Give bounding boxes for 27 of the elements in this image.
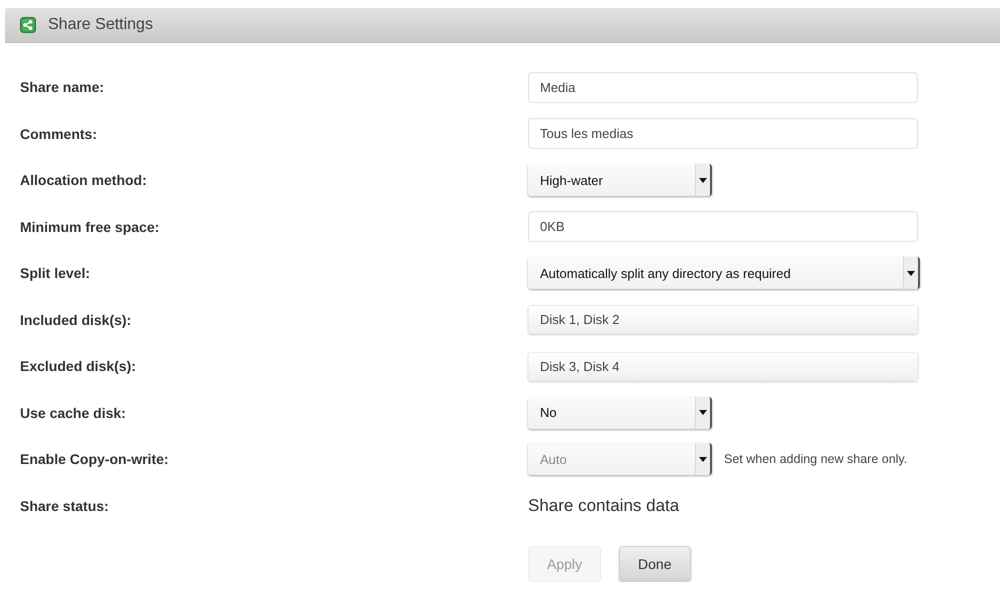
action-button[interactable]: Done bbox=[619, 546, 690, 582]
field-label: Share name: bbox=[20, 79, 106, 96]
select-field[interactable]: No bbox=[528, 396, 712, 429]
field-label: Included disk(s): bbox=[20, 312, 132, 328]
share-icon bbox=[20, 17, 36, 33]
field-label: Excluded disk(s): bbox=[20, 358, 137, 374]
field-label: Split level: bbox=[20, 265, 92, 282]
field-label: Minimum free space: bbox=[20, 218, 160, 235]
select-field[interactable]: High-water bbox=[528, 164, 712, 196]
caret-icon bbox=[907, 270, 915, 276]
field-label: Allocation method: bbox=[20, 172, 148, 188]
field-label: Enable Copy-on-write: bbox=[20, 451, 170, 468]
text-field[interactable]: 0KB bbox=[528, 211, 918, 242]
field-label: Comments: bbox=[20, 126, 98, 142]
hint-text: Set when adding new share only. bbox=[724, 452, 908, 466]
disk-select-field[interactable]: Disk 1, Disk 2 bbox=[528, 305, 918, 334]
status-text: Share contains data bbox=[528, 496, 680, 516]
field-label: Share status: bbox=[20, 498, 110, 514]
disk-select-field[interactable]: Disk 3, Disk 4 bbox=[528, 352, 918, 381]
caret-icon bbox=[699, 456, 707, 462]
field-label: Use cache disk: bbox=[20, 404, 127, 421]
caret-icon bbox=[699, 178, 707, 183]
text-field[interactable]: Media bbox=[528, 72, 918, 103]
window-title: Share Settings bbox=[48, 16, 153, 34]
select-field[interactable]: Automatically split any directory as required bbox=[528, 257, 920, 290]
caret-icon bbox=[699, 410, 707, 416]
text-field[interactable]: Tous les medias bbox=[528, 118, 918, 150]
